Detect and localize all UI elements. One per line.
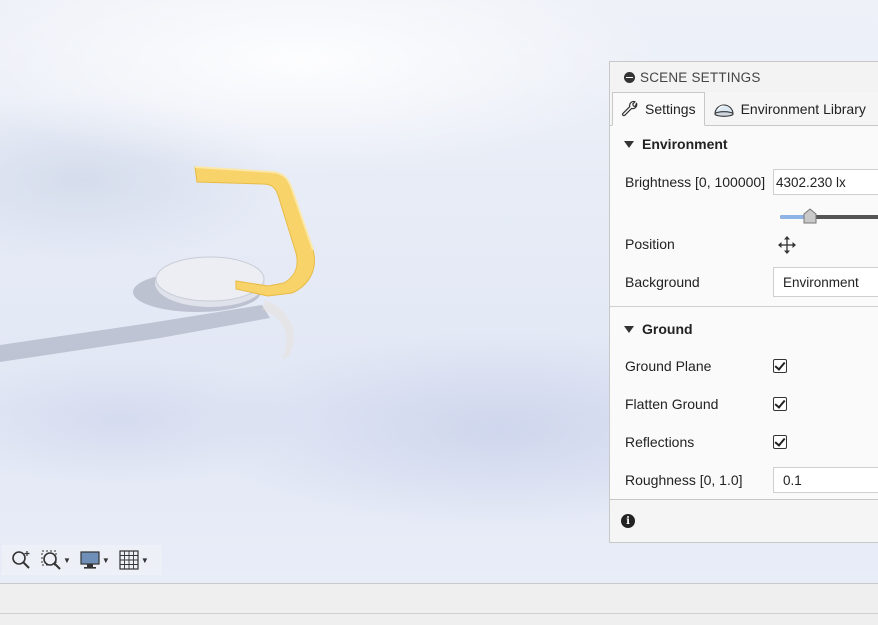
roughness-input[interactable]: 0.1 (773, 467, 878, 493)
reflections-row: Reflections (610, 423, 878, 461)
flatten-ground-checkbox[interactable] (773, 397, 787, 411)
environment-dome-icon (713, 101, 735, 117)
reflections-label: Reflections (625, 434, 695, 450)
position-label: Position (625, 236, 675, 252)
tab-environment-library-label: Environment Library (740, 100, 866, 117)
collapse-triangle-icon (624, 325, 634, 333)
collapse-triangle-icon (624, 140, 634, 148)
brightness-slider[interactable] (780, 208, 878, 224)
display-settings-button[interactable]: ▼ (77, 547, 112, 573)
roughness-row: Roughness [0, 1.0] 0.1 (610, 461, 878, 499)
ground-plane-row: Ground Plane (610, 347, 878, 385)
flatten-ground-row: Flatten Ground (610, 385, 878, 423)
status-bar (0, 583, 878, 625)
position-row: Position (610, 224, 878, 264)
wrench-icon (621, 100, 639, 118)
background-select[interactable]: Environment (773, 267, 878, 297)
panel-content: Environment Brightness [0, 100000] 4302.… (610, 126, 878, 531)
brightness-label: Brightness [0, 100000] (625, 174, 766, 190)
zoom-icon (12, 551, 30, 569)
panel-header: SCENE SETTINGS (610, 62, 878, 92)
background-label: Background (625, 274, 700, 290)
environment-section-header[interactable]: Environment (610, 126, 878, 162)
scene-settings-panel: SCENE SETTINGS Settings Environment Libr… (609, 61, 878, 543)
brightness-slider-row (610, 202, 878, 224)
section-divider (610, 306, 878, 307)
zoom-window-button[interactable]: ▼ (38, 547, 73, 573)
chevron-down-icon: ▼ (140, 555, 149, 565)
ground-plane-label: Ground Plane (625, 358, 712, 374)
panel-title: SCENE SETTINGS (640, 69, 761, 85)
panel-tabs: Settings Environment Library (610, 92, 878, 126)
reflections-checkbox[interactable] (773, 435, 787, 449)
chevron-down-icon: ▼ (63, 555, 71, 565)
environment-section-title: Environment (642, 136, 728, 152)
grid-button[interactable]: ▼ (116, 547, 151, 573)
display-settings-icon (80, 551, 100, 569)
grid-icon (119, 550, 139, 570)
slider-thumb-icon[interactable] (803, 208, 817, 224)
tab-environment-library[interactable]: Environment Library (705, 92, 874, 125)
flatten-ground-label: Flatten Ground (625, 396, 719, 412)
ground-plane-checkbox[interactable] (773, 359, 787, 373)
ground-section-header[interactable]: Ground (610, 311, 878, 347)
ground-section-title: Ground (642, 321, 693, 337)
move-arrows-icon[interactable] (777, 235, 797, 258)
panel-footer: i (610, 499, 878, 542)
object-shadow (0, 305, 270, 362)
brightness-input[interactable]: 4302.230 lx (773, 169, 878, 195)
zoom-button[interactable] (8, 547, 34, 573)
zoom-window-icon (41, 550, 61, 570)
navigation-toolbar: ▼ ▼ ▼ (2, 545, 162, 575)
roughness-label: Roughness [0, 1.0] (625, 472, 743, 488)
tab-settings-label: Settings (645, 101, 696, 117)
tab-settings[interactable]: Settings (612, 92, 705, 126)
brightness-row: Brightness [0, 100000] 4302.230 lx (610, 162, 878, 202)
info-icon[interactable]: i (621, 514, 635, 528)
collapse-panel-icon[interactable] (624, 71, 635, 83)
background-row: Background Environment (610, 264, 878, 300)
chevron-down-icon: ▼ (101, 555, 110, 565)
